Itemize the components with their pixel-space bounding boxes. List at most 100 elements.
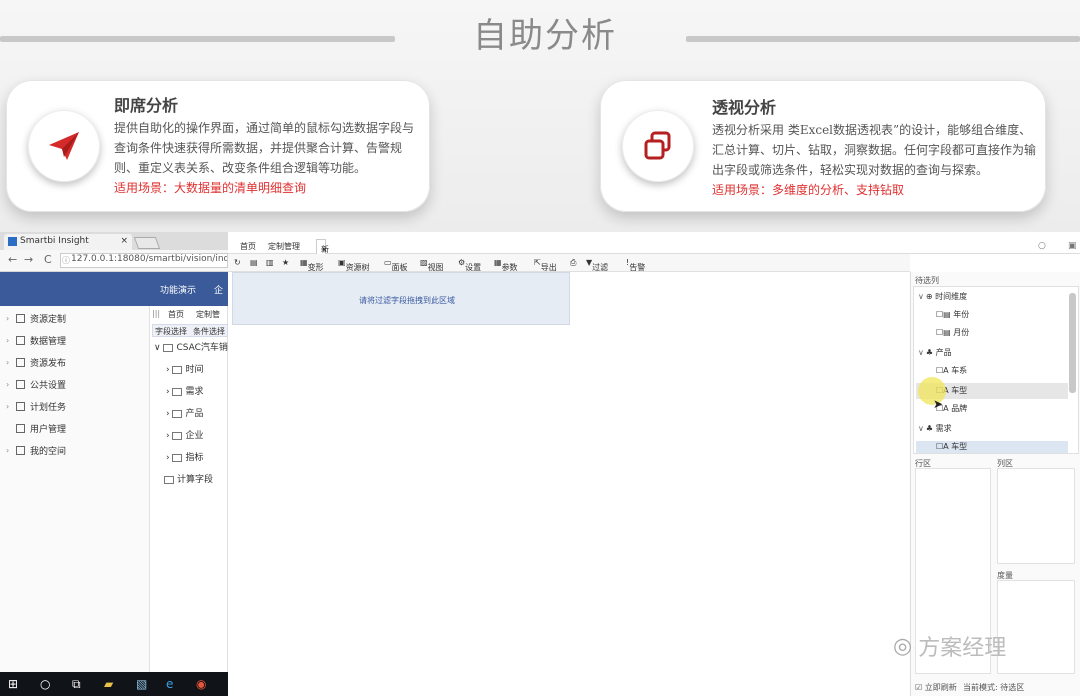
- refresh-checkbox[interactable]: ☑ 立即刷新: [915, 682, 957, 693]
- nav-item-schedule[interactable]: › 计划任务: [6, 400, 66, 413]
- chevron-right-icon: ›: [6, 314, 10, 323]
- url-input[interactable]: 127.0.0.1:18080/smartbi/vision/ind: [60, 253, 228, 268]
- card-desc-text: 透视分析采用 类Excel数据透视表”的设计，能够组合维度、汇总计算、切片、钻取…: [712, 123, 1037, 177]
- header-nav-demo[interactable]: 功能演示: [160, 283, 196, 296]
- new-tab-button[interactable]: [133, 237, 161, 249]
- tree-node-metric[interactable]: › 指标: [166, 450, 203, 463]
- chrome-icon[interactable]: ◉: [196, 677, 206, 691]
- windows-icon[interactable]: ⊞: [8, 677, 18, 691]
- print-icon[interactable]: ⎙: [570, 258, 576, 268]
- address-bar: ← → C 127.0.0.1:18080/smartbi/vision/ind: [0, 250, 228, 272]
- subtab-field-select[interactable]: 字段选择: [155, 326, 187, 337]
- nav-item-label: 公共设置: [30, 381, 67, 391]
- mid-tab-home[interactable]: 首页: [168, 309, 184, 320]
- nav-item-data-manage[interactable]: › 数据管理: [6, 334, 66, 347]
- close-tab-icon[interactable]: ×: [120, 236, 128, 246]
- adhoc-analysis-card: 即席分析 提供自助化的操作界面，通过简单的鼠标勾选数据字段与查询条件快速获得所需…: [6, 80, 430, 212]
- taskbar: ⊞ ○ ⧉ ▰ ▧ e ◉: [0, 672, 228, 696]
- browser-tabbar: Smartbi Insight ×: [0, 232, 228, 250]
- nav-item-my-space[interactable]: › 我的空间: [6, 444, 66, 457]
- scrollbar[interactable]: [1069, 293, 1076, 393]
- doc-icon: [16, 402, 25, 411]
- tree-node-demand[interactable]: › 需求: [166, 384, 203, 397]
- drop-hint: 请将过滤字段拖拽到此区域: [359, 296, 455, 305]
- forward-icon[interactable]: →: [24, 253, 33, 266]
- toolbar-label: 告警: [629, 263, 646, 272]
- field-series[interactable]: ☐A 车系: [936, 365, 967, 376]
- nav-item-resource-custom[interactable]: › 资源定制: [6, 312, 66, 325]
- field-group-demand[interactable]: ∨ ♣ 需求: [918, 423, 952, 434]
- toolbar-export[interactable]: ⇱ 导出: [534, 258, 557, 272]
- toolbar-alert[interactable]: ! 告警: [626, 258, 645, 272]
- toolbar-transform[interactable]: ▦ 变形: [300, 258, 324, 272]
- tree-node-calc[interactable]: 计算字段: [164, 472, 213, 485]
- pivot-toolbar: ↻ ▤ ▥ ★ ▦ 变形 ▣ 资源树 ▭ 面板 ▨ 视图 ⚙ 设置 ▦ 参数 ⇱…: [228, 254, 910, 272]
- nav-item-label: 用户管理: [30, 425, 67, 435]
- header-nav-enterprise[interactable]: 企: [214, 283, 223, 296]
- back-icon[interactable]: ←: [8, 253, 17, 266]
- explorer-icon[interactable]: ▰: [104, 677, 113, 691]
- tree-node-label: 需求: [185, 387, 204, 397]
- filter-drop-area[interactable]: 请将过滤字段拖拽到此区域: [232, 272, 570, 325]
- browser-tab[interactable]: Smartbi Insight ×: [4, 234, 132, 250]
- field-label: 车型: [951, 386, 968, 395]
- toolbar-resource-tree[interactable]: ▣ 资源树: [338, 258, 370, 272]
- search-icon[interactable]: ○: [1038, 241, 1046, 251]
- title-divider-left: [0, 36, 395, 42]
- field-label: 产品: [935, 348, 952, 357]
- app-screenshot: Smartbi Insight × ← → C 127.0.0.1:18080/…: [0, 232, 1080, 696]
- tab-home[interactable]: 首页: [240, 241, 256, 252]
- nav-item-label: 数据管理: [30, 337, 67, 347]
- collapse-icon[interactable]: |||: [152, 309, 160, 318]
- tree-node-label: 企业: [185, 431, 204, 441]
- tree-node-enterprise[interactable]: › 企业: [166, 428, 203, 441]
- subtab-condition-select[interactable]: 条件选择: [193, 326, 225, 337]
- nav-item-resource-publish[interactable]: › 资源发布: [6, 356, 66, 369]
- toolbar-params[interactable]: ▦ 参数: [494, 258, 518, 272]
- pending-field-list: ∨⊕ 时间维度 ☐▤ 年份 ☐▤ 月份 ∨♣ 产品 ☐A 车系 ☐A 车型 ☐A…: [913, 286, 1079, 454]
- watermark: ◎ 方案经理: [893, 630, 1006, 662]
- card-desc-text: 提供自助化的操作界面，通过简单的鼠标勾选数据字段与查询条件快速获得所需数据，并提…: [114, 121, 415, 175]
- field-subtabs: 字段选择 条件选择: [152, 324, 228, 337]
- col-zone[interactable]: [997, 468, 1075, 564]
- field-year[interactable]: ☐▤ 年份: [936, 309, 969, 320]
- save-icon[interactable]: ▤: [250, 258, 258, 267]
- toolbar-view[interactable]: ▨ 视图: [420, 258, 444, 272]
- card-scene: 适用场景：大数据量的清单明细查询: [114, 181, 307, 195]
- mid-tab-custom[interactable]: 定制管: [196, 309, 220, 320]
- tab-new-pivot[interactable]: 新建透视分析 ×: [316, 239, 329, 319]
- field-group-time[interactable]: ∨ ⊕ 时间维度: [918, 291, 967, 302]
- field-demand-model[interactable]: ☐A 车型: [936, 441, 967, 452]
- nav-item-public-settings[interactable]: › 公共设置: [6, 378, 66, 391]
- measure-zone[interactable]: [997, 580, 1075, 674]
- maximize-icon[interactable]: ▣: [1068, 241, 1077, 251]
- nav-item-user-manage[interactable]: 用户管理: [6, 422, 66, 435]
- folder-icon: [16, 446, 25, 455]
- tree-node-time[interactable]: › 时间: [166, 362, 203, 375]
- search-icon[interactable]: ○: [40, 677, 50, 691]
- app-icon[interactable]: ▧: [136, 677, 147, 691]
- ie-icon[interactable]: e: [166, 677, 173, 691]
- toolbar-settings[interactable]: ⚙ 设置: [458, 258, 481, 272]
- chevron-right-icon: ›: [6, 402, 10, 411]
- toolbar-panel[interactable]: ▭ 面板: [384, 258, 408, 272]
- slide-title: 自助分析: [473, 16, 617, 56]
- saveas-icon[interactable]: ▥: [266, 258, 274, 267]
- chevron-right-icon: ›: [6, 358, 10, 367]
- smartbi-icon: [8, 237, 17, 246]
- card-description: 透视分析采用 类Excel数据透视表”的设计，能够组合维度、汇总计算、切片、钻取…: [712, 120, 1036, 200]
- taskview-icon[interactable]: ⧉: [72, 677, 81, 692]
- tree-node-label: 指标: [185, 453, 204, 463]
- field-group-product[interactable]: ∨ ♣ 产品: [918, 347, 952, 358]
- tab-custom-manage[interactable]: 定制管理: [268, 241, 300, 252]
- field-label: 品牌: [951, 404, 968, 413]
- field-month[interactable]: ☐▤ 月份: [936, 327, 969, 338]
- field-label: 年份: [953, 310, 970, 319]
- tree-node-product[interactable]: › 产品: [166, 406, 203, 419]
- tree-root[interactable]: ∨ CSAC汽车销: [154, 340, 228, 353]
- favorite-icon[interactable]: ★: [282, 258, 289, 267]
- refresh-icon[interactable]: ↻: [234, 258, 241, 267]
- reload-icon[interactable]: C: [44, 253, 52, 266]
- hierarchy-icon: [172, 431, 183, 440]
- toolbar-filter[interactable]: ▼ 过滤: [586, 258, 608, 272]
